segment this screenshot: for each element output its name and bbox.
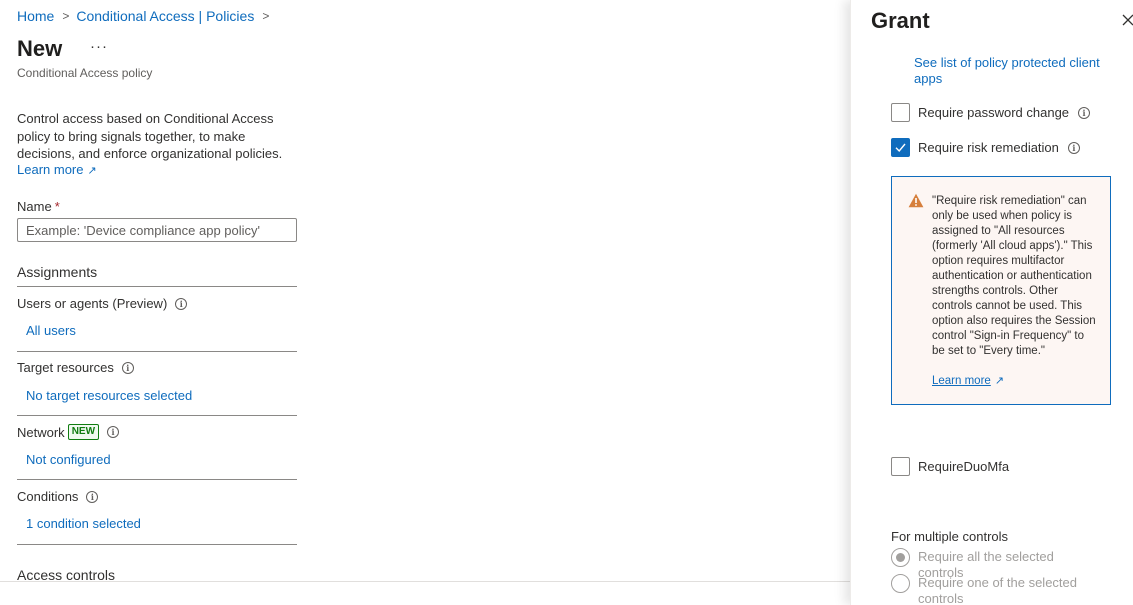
risk-remediation-warning: "Require risk remediation" can only be u… bbox=[891, 176, 1111, 405]
option-label: Require password change bbox=[918, 105, 1070, 120]
info-icon[interactable]: i bbox=[86, 490, 99, 503]
divider bbox=[17, 351, 297, 352]
close-icon[interactable] bbox=[1121, 13, 1133, 27]
divider bbox=[17, 415, 297, 416]
learn-more-link[interactable]: Learn more ↗ bbox=[17, 162, 97, 177]
grant-panel: Grant See list of policy protected clien… bbox=[850, 0, 1133, 605]
divider bbox=[17, 479, 297, 480]
radio-label: Require one of the selected controls bbox=[918, 575, 1077, 605]
policy-page: Home > Conditional Access | Policies > N… bbox=[0, 0, 850, 605]
info-icon[interactable]: i bbox=[107, 426, 120, 438]
conditions-text: Conditions bbox=[17, 489, 79, 504]
page-title: New bbox=[17, 36, 63, 61]
warning-learn-more-label: Learn more bbox=[932, 375, 991, 387]
info-icon[interactable]: i bbox=[175, 297, 188, 310]
option-require-risk-remediation[interactable]: Require risk remediation i bbox=[891, 138, 1080, 157]
info-icon[interactable]: i bbox=[1067, 141, 1080, 154]
external-link-icon: ↗ bbox=[87, 165, 97, 177]
target-resources-link[interactable]: No target resources selected bbox=[26, 388, 192, 403]
name-input[interactable] bbox=[17, 218, 297, 242]
conditions-link[interactable]: 1 condition selected bbox=[26, 516, 141, 531]
assignments-heading: Assignments bbox=[17, 264, 98, 280]
users-or-agents-label: Users or agents (Preview) i bbox=[17, 296, 188, 311]
breadcrumb-home[interactable]: Home bbox=[17, 8, 54, 24]
page-subtitle: Conditional Access policy bbox=[17, 66, 153, 80]
multiple-controls-label: For multiple controls bbox=[891, 529, 1009, 544]
conditions-label: Conditions i bbox=[17, 489, 99, 504]
breadcrumb: Home > Conditional Access | Policies > bbox=[17, 7, 276, 25]
users-or-agents-link[interactable]: All users bbox=[26, 323, 76, 338]
radio-dot bbox=[896, 553, 905, 562]
option-require-password-change[interactable]: Require password change i bbox=[891, 103, 1091, 122]
new-badge: NEW bbox=[67, 424, 100, 440]
name-label-text: Name bbox=[17, 199, 52, 214]
warning-icon bbox=[908, 193, 924, 208]
network-label: Network NEW i bbox=[17, 424, 120, 440]
users-or-agents-text: Users or agents (Preview) bbox=[17, 296, 168, 311]
info-icon[interactable]: i bbox=[1078, 106, 1091, 119]
checkbox-checked[interactable] bbox=[891, 138, 910, 157]
panel-title: Grant bbox=[871, 8, 930, 33]
warning-message: "Require risk remediation" can only be u… bbox=[932, 195, 1096, 357]
chevron-right-icon: > bbox=[62, 9, 70, 23]
radio-button[interactable] bbox=[891, 574, 910, 593]
external-link-icon: ↗ bbox=[994, 375, 1005, 387]
info-icon[interactable]: i bbox=[121, 361, 134, 374]
network-text: Network bbox=[17, 424, 65, 440]
radio-button-selected[interactable] bbox=[891, 548, 910, 567]
checkbox[interactable] bbox=[891, 103, 910, 122]
target-resources-label: Target resources i bbox=[17, 360, 134, 375]
learn-more-label: Learn more bbox=[17, 162, 84, 177]
chevron-right-icon: > bbox=[262, 9, 270, 23]
name-label: Name * bbox=[17, 199, 60, 214]
option-require-duo-mfa[interactable]: RequireDuoMfa bbox=[891, 457, 1009, 476]
breadcrumb-policies[interactable]: Conditional Access | Policies bbox=[76, 8, 254, 24]
network-link[interactable]: Not configured bbox=[26, 452, 111, 467]
warning-learn-more-link[interactable]: Learn more ↗ bbox=[932, 374, 1004, 387]
required-indicator: * bbox=[54, 199, 60, 214]
page-description: Control access based on Conditional Acce… bbox=[17, 111, 283, 161]
footer-divider bbox=[0, 581, 850, 582]
radio-require-one[interactable]: Require one of the selected controls bbox=[891, 574, 1098, 605]
checkbox[interactable] bbox=[891, 457, 910, 476]
target-resources-text: Target resources bbox=[17, 360, 114, 375]
option-label: RequireDuoMfa bbox=[918, 459, 1010, 474]
checkmark-icon bbox=[895, 143, 906, 153]
option-label: Require risk remediation bbox=[918, 140, 1059, 155]
client-apps-link[interactable]: See list of policy protected client apps bbox=[914, 55, 1114, 87]
divider bbox=[17, 286, 297, 287]
divider bbox=[17, 544, 297, 545]
more-options-icon[interactable]: ··· bbox=[90, 38, 108, 55]
